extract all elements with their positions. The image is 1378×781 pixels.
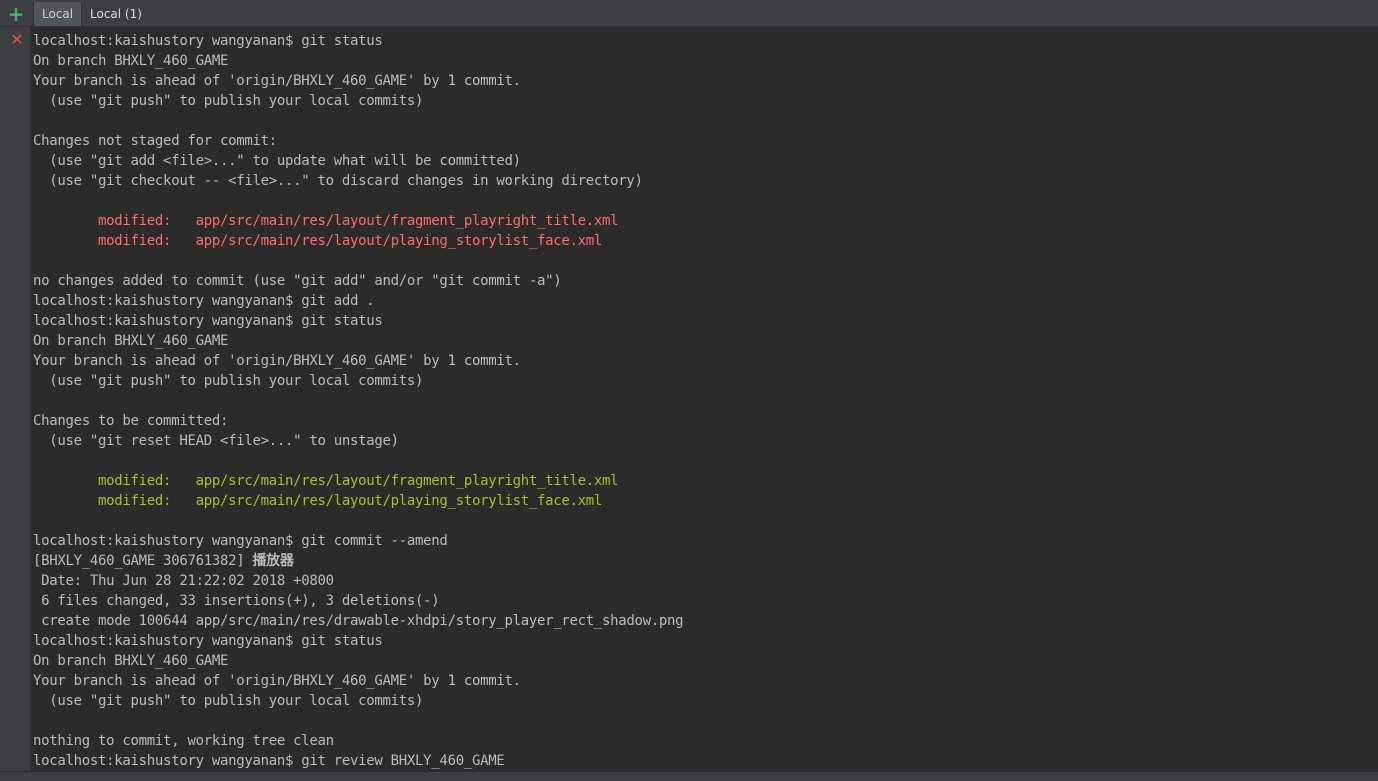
terminal-line-text: Changes not staged for commit: [33,133,277,149]
terminal-line-text: modified: app/src/main/res/layout/playin… [33,233,603,249]
terminal-line: On branch BHXLY_460_GAME [33,331,1373,351]
terminal-line-text: (use "git reset HEAD <file>..." to unsta… [33,433,399,449]
terminal-line: localhost:kaishustory wangyanan$ git rev… [33,751,1373,771]
terminal-line: (use "git reset HEAD <file>..." to unsta… [33,431,1373,451]
terminal-line: 6 files changed, 33 insertions(+), 3 del… [33,591,1373,611]
terminal-line-text: Date: Thu Jun 28 21:22:02 2018 +0800 [33,573,334,589]
terminal-line-text: Your branch is ahead of 'origin/BHXLY_46… [33,353,521,369]
terminal-line-text: modified: app/src/main/res/layout/fragme… [33,213,619,229]
terminal-line: modified: app/src/main/res/layout/playin… [33,231,1373,251]
terminal-line-text: [BHXLY_460_GAME 306761382] [33,553,253,569]
terminal-line: create mode 100644 app/src/main/res/draw… [33,611,1373,631]
terminal-line-text: localhost:kaishustory wangyanan$ git sta… [33,33,383,49]
terminal-toolbar-gutter: ✕ [0,27,31,771]
tool-window-bar [0,771,1378,781]
close-icon[interactable]: ✕ [9,32,25,48]
terminal-line: Your branch is ahead of 'origin/BHXLY_46… [33,671,1373,691]
terminal-line-text: no changes added to commit (use "git add… [33,273,562,289]
terminal-line: modified: app/src/main/res/layout/fragme… [33,211,1373,231]
terminal-line-text: Your branch is ahead of 'origin/BHXLY_46… [33,673,521,689]
terminal-line: (use "git checkout -- <file>..." to disc… [33,171,1373,191]
commit-message: 播放器 [252,553,294,569]
terminal-line-text: modified: app/src/main/res/layout/playin… [33,493,603,509]
terminal-line: Changes to be committed: [33,411,1373,431]
terminal-line: localhost:kaishustory wangyanan$ git sta… [33,631,1373,651]
plus-icon[interactable]: + [6,4,26,24]
terminal-line-text: localhost:kaishustory wangyanan$ git sta… [33,633,383,649]
terminal-tab-bar: + Local Local (1) [0,0,1378,27]
tab-local-1[interactable]: Local (1) [82,2,142,26]
tab-local[interactable]: Local [33,2,82,26]
terminal-line-text: modified: app/src/main/res/layout/fragme… [33,473,619,489]
ide-terminal-window: + Local Local (1) ✕ localhost:kaishustor… [0,0,1378,781]
terminal-line: (use "git add <file>..." to update what … [33,151,1373,171]
terminal-line-text: (use "git checkout -- <file>..." to disc… [33,173,643,189]
terminal-line: localhost:kaishustory wangyanan$ git sta… [33,31,1373,51]
terminal-line: modified: app/src/main/res/layout/fragme… [33,471,1373,491]
terminal-line: (use "git push" to publish your local co… [33,91,1373,111]
terminal-line: [BHXLY_460_GAME 306761382] 播放器 [33,551,1373,571]
terminal-line: nothing to commit, working tree clean [33,731,1373,751]
terminal-line-text: (use "git push" to publish your local co… [33,373,424,389]
terminal-line-text: On branch BHXLY_460_GAME [33,653,229,669]
terminal-line: On branch BHXLY_460_GAME [33,651,1373,671]
terminal-line-text: (use "git push" to publish your local co… [33,693,424,709]
terminal-line-text: create mode 100644 app/src/main/res/draw… [33,613,684,629]
terminal-line-text: 6 files changed, 33 insertions(+), 3 del… [33,593,440,609]
terminal-line-text: nothing to commit, working tree clean [33,733,334,749]
terminal-line-text: localhost:kaishustory wangyanan$ git com… [33,533,448,549]
terminal-line: no changes added to commit (use "git add… [33,271,1373,291]
terminal-line: Your branch is ahead of 'origin/BHXLY_46… [33,351,1373,371]
terminal-output[interactable]: localhost:kaishustory wangyanan$ git sta… [33,31,1373,771]
terminal-line-text: (use "git add <file>..." to update what … [33,153,521,169]
terminal-line: Date: Thu Jun 28 21:22:02 2018 +0800 [33,571,1373,591]
terminal-line: localhost:kaishustory wangyanan$ git add… [33,291,1373,311]
terminal-line: (use "git push" to publish your local co… [33,691,1373,711]
terminal-line-text: Changes to be committed: [33,413,229,429]
terminal-line: localhost:kaishustory wangyanan$ git sta… [33,311,1373,331]
terminal-line: On branch BHXLY_460_GAME [33,51,1373,71]
terminal-line: (use "git push" to publish your local co… [33,371,1373,391]
terminal-line: Your branch is ahead of 'origin/BHXLY_46… [33,71,1373,91]
terminal-line: modified: app/src/main/res/layout/playin… [33,491,1373,511]
terminal-line-text: localhost:kaishustory wangyanan$ git add… [33,293,375,309]
terminal-line-text: localhost:kaishustory wangyanan$ git sta… [33,313,383,329]
terminal-line-text: (use "git push" to publish your local co… [33,93,424,109]
terminal-line-text: localhost:kaishustory wangyanan$ git rev… [33,753,505,769]
terminal-line-text: Your branch is ahead of 'origin/BHXLY_46… [33,73,521,89]
terminal-line: Changes not staged for commit: [33,131,1373,151]
terminal-line-text: On branch BHXLY_460_GAME [33,53,229,69]
terminal-line: localhost:kaishustory wangyanan$ git com… [33,531,1373,551]
terminal-line-text: On branch BHXLY_460_GAME [33,333,229,349]
